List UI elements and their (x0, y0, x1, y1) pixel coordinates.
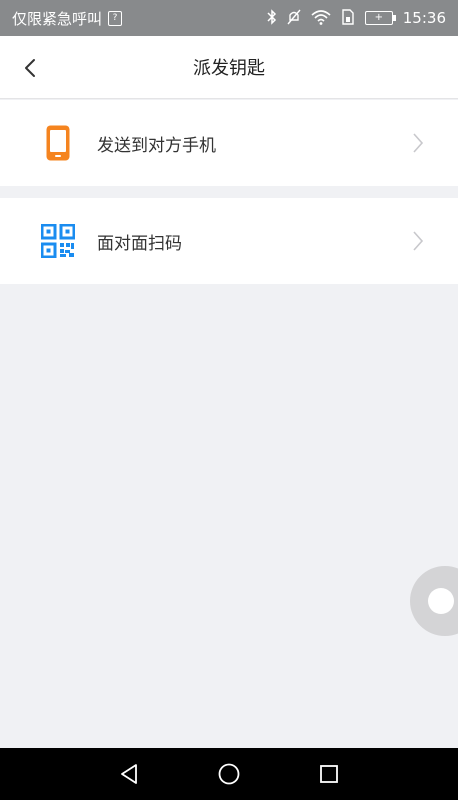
send-to-phone-label: 发送到对方手机 (97, 135, 216, 156)
chevron-right-icon (410, 229, 426, 253)
back-triangle-icon[interactable] (111, 756, 147, 792)
face-to-face-scan-label: 面对面扫码 (97, 233, 182, 254)
phone-icon (40, 125, 76, 161)
floating-button-dot (428, 588, 454, 614)
status-right: + 15:36 (267, 8, 446, 28)
status-left: 仅限紧急呼叫 ? (12, 8, 123, 29)
wifi-icon (311, 9, 331, 28)
header: 派发钥匙 (0, 36, 458, 99)
clock: 15:36 (402, 9, 446, 27)
recents-square-icon[interactable] (311, 756, 347, 792)
chevron-right-icon (410, 131, 426, 155)
home-circle-icon[interactable] (211, 756, 247, 792)
floating-assistive-button[interactable] (410, 566, 458, 636)
status-bar: 仅限紧急呼叫 ? + 15:36 (0, 0, 458, 36)
face-to-face-scan-option[interactable]: 面对面扫码 (0, 198, 458, 284)
navigation-bar (0, 748, 458, 800)
battery-charging-icon: + (364, 11, 396, 25)
back-arrow-icon[interactable] (14, 52, 46, 84)
mute-icon (287, 9, 301, 28)
sim-card-icon (341, 8, 355, 28)
carrier-text: 仅限紧急呼叫 (12, 9, 103, 28)
page-title: 派发钥匙 (193, 58, 265, 79)
send-to-phone-option[interactable]: 发送到对方手机 (0, 100, 458, 186)
bluetooth-icon (267, 8, 277, 28)
sim-icon: ? (108, 10, 123, 26)
qr-code-icon (40, 223, 76, 259)
